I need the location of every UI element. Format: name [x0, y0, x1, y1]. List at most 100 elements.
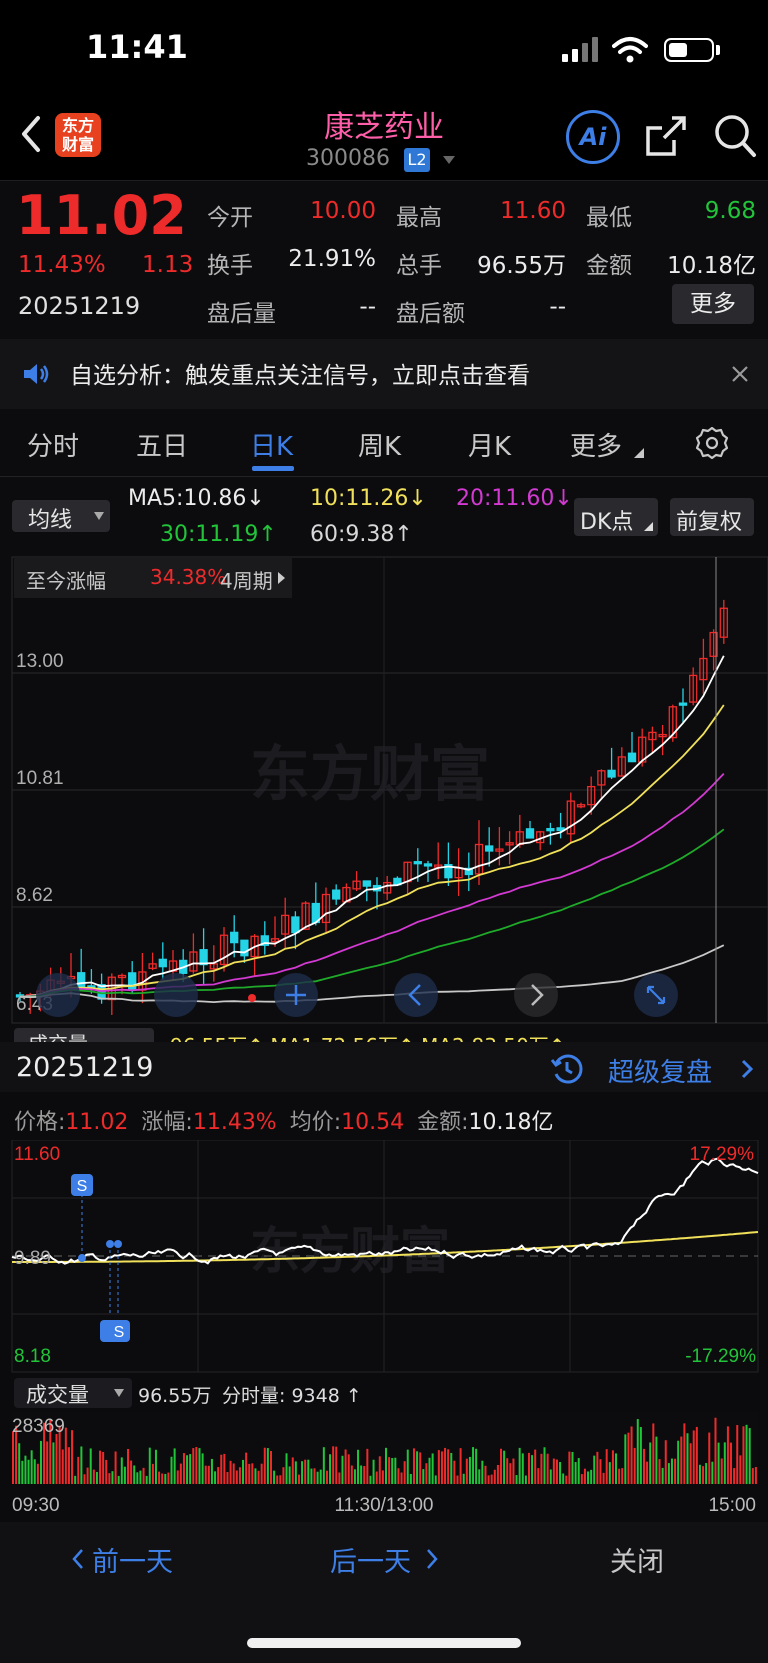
volume-bar: [518, 1447, 521, 1484]
volume-bar: [27, 1459, 30, 1484]
scroll-left-button[interactable]: [394, 973, 438, 1017]
volume-bar: [61, 1449, 64, 1484]
volume-bar: [500, 1448, 503, 1484]
volume-bar: [18, 1443, 21, 1484]
volume-bar: [148, 1447, 151, 1484]
candle-body: [546, 828, 555, 832]
share-icon[interactable]: [644, 114, 688, 158]
volume-bar: [332, 1446, 335, 1484]
period-change-box[interactable]: 至今涨幅 34.38% 4周期: [14, 558, 292, 598]
volume-bar: [496, 1464, 499, 1484]
zoom-out-button[interactable]: [154, 973, 198, 1017]
level2-badge[interactable]: L2: [404, 148, 430, 172]
volume-bar: [440, 1451, 443, 1484]
volume-bar: [316, 1471, 319, 1484]
volume-bar: [341, 1455, 344, 1484]
volume-bar: [338, 1472, 341, 1484]
volume-bar: [335, 1446, 338, 1484]
volume-bar: [276, 1475, 279, 1484]
volume-bar: [245, 1452, 248, 1484]
volume-bar: [431, 1453, 434, 1484]
more-button[interactable]: 更多: [672, 284, 754, 324]
close-icon[interactable]: [730, 364, 750, 384]
intraday-volume-selector[interactable]: 成交量: [14, 1378, 132, 1408]
volume-bar: [257, 1470, 260, 1484]
replay-date: 20251219: [16, 1052, 154, 1083]
volume-bar: [736, 1425, 739, 1484]
volume-bar: [238, 1467, 241, 1484]
volume-bar: [437, 1450, 440, 1484]
change-amount: 1.13: [142, 252, 194, 278]
volume-bar: [350, 1465, 353, 1484]
draw-tool-button[interactable]: [36, 973, 80, 1017]
volume-bar: [472, 1447, 475, 1484]
next-day-button[interactable]: 后一天: [330, 1540, 411, 1579]
volume-bar: [490, 1474, 493, 1484]
volume-bar: [428, 1457, 431, 1484]
volume-bar: [344, 1449, 347, 1484]
history-clock-icon[interactable]: [550, 1052, 584, 1086]
volume-bar: [587, 1471, 590, 1484]
volume-bar: [406, 1449, 409, 1484]
dropdown-triangle-icon[interactable]: [442, 155, 456, 165]
volume-max-label: 28369: [12, 1416, 65, 1437]
volume-bar: [658, 1459, 661, 1484]
low-label: 最低: [586, 205, 632, 231]
volume-bar: [142, 1467, 145, 1484]
candle-body: [607, 769, 616, 778]
adjustment-button[interactable]: 前复权: [670, 498, 754, 536]
ma-selector[interactable]: 均线: [12, 500, 110, 533]
candle-body: [291, 916, 300, 934]
volume-bar: [139, 1470, 142, 1484]
close-button[interactable]: 关闭: [610, 1540, 664, 1579]
volume-bar: [686, 1433, 689, 1484]
scroll-right-button[interactable]: [514, 973, 558, 1017]
intraday-chart[interactable]: 东方财富 11.60 9.89 8.18 17.29% -17.29% S S: [0, 1140, 768, 1374]
volume-bar: [114, 1451, 117, 1484]
previous-day-button[interactable]: 前一天: [92, 1540, 173, 1579]
tab-monthly-k[interactable]: 月K: [468, 426, 511, 463]
volume-bar: [176, 1470, 179, 1484]
kline-chart[interactable]: 东方财富 13.00 10.81 8.62 6.43: [0, 555, 768, 1035]
stock-code: 300086: [306, 146, 390, 171]
search-icon[interactable]: [712, 112, 758, 160]
turnover-value: 21.91%: [288, 246, 376, 272]
volume-bar: [273, 1470, 276, 1484]
volume-bar: [195, 1446, 198, 1484]
tab-more[interactable]: 更多: [570, 426, 622, 463]
period-label: 至今涨幅: [26, 569, 106, 593]
candle-body: [678, 702, 688, 706]
replay-pct-label: 涨幅:: [141, 1110, 193, 1135]
tab-daily-k[interactable]: 日K: [250, 426, 293, 463]
high-label: 最高: [396, 205, 442, 231]
volume-bar: [369, 1475, 372, 1484]
active-tab-indicator: [252, 466, 294, 471]
volume-bar: [574, 1462, 577, 1484]
volume-bar: [487, 1475, 490, 1484]
settings-gear-icon[interactable]: [695, 426, 729, 460]
replay-avg: 10.54: [341, 1110, 405, 1135]
volume-bar: [705, 1463, 708, 1484]
volume-bar: [154, 1449, 157, 1484]
ma30-value: 30:11.19↑: [160, 522, 277, 547]
volume-bar: [179, 1463, 182, 1484]
volume-bar: [282, 1467, 285, 1484]
volume-bar: [723, 1442, 726, 1484]
dk-point-button[interactable]: DK点: [574, 498, 658, 536]
volume-bar: [596, 1451, 599, 1484]
volume-bar: [307, 1459, 310, 1484]
after-amount-label: 盘后额: [396, 301, 465, 327]
tab-weekly-k[interactable]: 周K: [358, 426, 401, 463]
candle-body: [199, 949, 208, 966]
volume-bar: [447, 1449, 450, 1484]
ai-button[interactable]: Ai: [566, 110, 620, 164]
super-replay-link[interactable]: 超级复盘: [608, 1052, 712, 1089]
volume-bar: [207, 1465, 210, 1484]
volume-bar: [534, 1449, 537, 1484]
volume-bar: [524, 1475, 527, 1484]
tab-five-day[interactable]: 五日: [136, 426, 188, 463]
volume-bar: [599, 1459, 602, 1484]
tab-intraday[interactable]: 分时: [27, 426, 79, 463]
pct-bot-label: -17.29%: [685, 1346, 756, 1367]
chevron-right-icon[interactable]: [740, 1058, 754, 1080]
